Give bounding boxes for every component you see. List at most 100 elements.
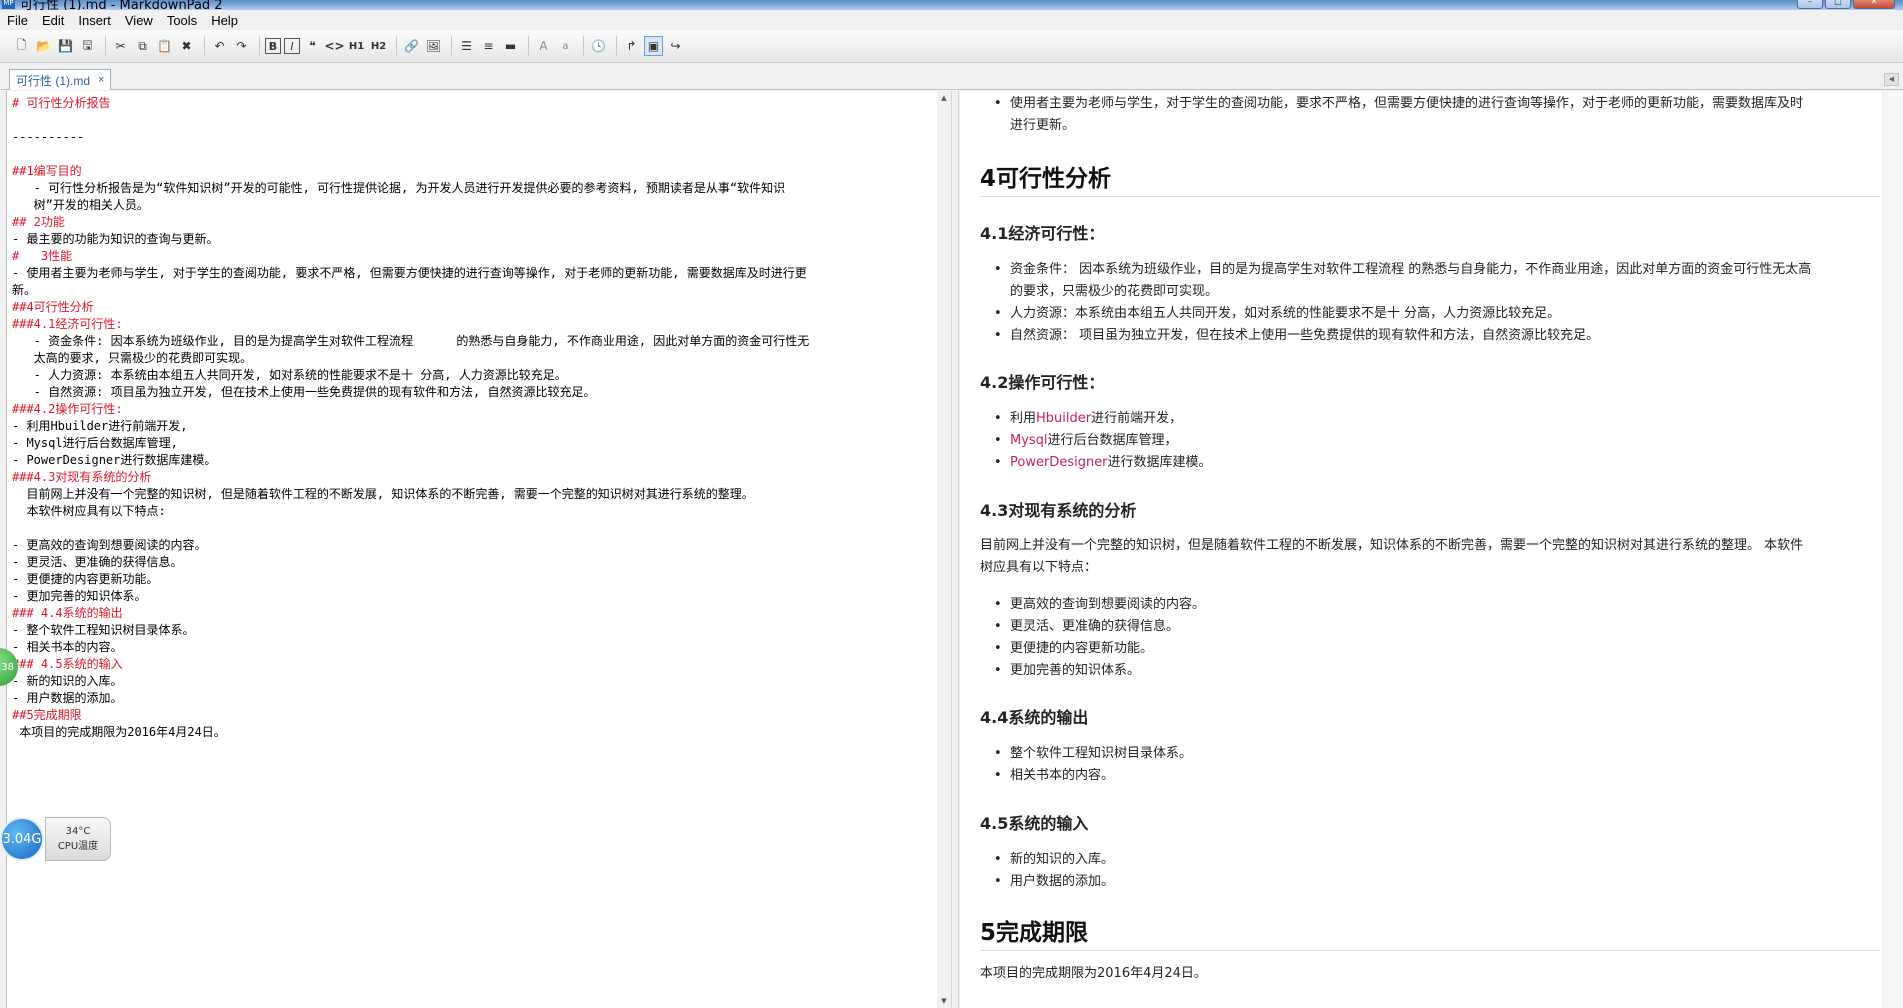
editor-line: - 人力资源: 本系统由本组五人共同开发, 如对系统的性能要求不是十 分高, 人…	[12, 368, 567, 382]
link-icon[interactable]: 🔗	[402, 36, 421, 56]
tab-document[interactable]: 可行性 (1).md ×	[9, 69, 112, 90]
tab-scroll-left-icon[interactable]: ◀	[1884, 73, 1899, 86]
list-item: 更便捷的内容更新功能。	[994, 638, 1153, 660]
open-folder-icon[interactable]: 📂	[34, 36, 53, 56]
unordered-list-icon[interactable]: ☰	[457, 36, 476, 56]
speed-gauge[interactable]: 3.04G	[0, 817, 44, 861]
timestamp-icon[interactable]: 🕓	[589, 36, 608, 56]
copy-icon[interactable]: ⧉	[133, 36, 152, 56]
menu-insert[interactable]: Insert	[71, 13, 118, 28]
item-suffix: 进行后台数据库管理，	[1047, 433, 1178, 448]
menu-tools[interactable]: Tools	[160, 13, 204, 28]
preview-subheading: 4.2操作可行性：	[980, 373, 1105, 392]
preview-scrollbar[interactable]	[1883, 91, 1903, 1008]
list-item: 整个软件工程知识树目录体系。	[994, 743, 1192, 765]
toolbar-separator	[259, 36, 260, 56]
editor-line: 太高的要求, 只需极少的花费即可实现。	[12, 351, 253, 365]
editor-heading-line: # 3性能	[12, 249, 73, 263]
editor-line: 本项目的完成期限为2016年4月24日。	[12, 725, 226, 739]
preview-heading: 5完成期限	[980, 920, 1089, 946]
toolbar-separator	[451, 36, 452, 56]
quote-icon[interactable]: ❝	[303, 36, 322, 56]
menu-view[interactable]: View	[118, 13, 160, 28]
uppercase-icon[interactable]: A	[534, 36, 553, 56]
live-preview-icon[interactable]: ▣	[644, 36, 663, 56]
italic-icon[interactable]: I	[284, 38, 300, 54]
editor-heading-line: ###4.3对现有系统的分析	[12, 470, 152, 484]
bold-icon[interactable]: B	[265, 38, 281, 54]
editor-line: - 使用者主要为老师与学生, 对于学生的查阅功能, 要求不严格, 但需要方便快捷…	[12, 266, 807, 280]
editor-heading-line: ### 4.4系统的输出	[12, 606, 123, 620]
heading1-icon[interactable]: H1	[347, 36, 366, 56]
editor-line: 树”开发的相关人员。	[12, 198, 149, 212]
list-item-continuation: 的要求，只需极少的花费即可实现。	[1010, 284, 1219, 299]
title-bar: MP 可行性 (1).md - MarkdownPad 2 – □ ✕	[0, 0, 1903, 10]
editor-line: ----------	[12, 130, 85, 144]
toolbar-separator	[528, 36, 529, 56]
close-icon[interactable]: ✕	[1853, 0, 1895, 9]
markdownpad-logo-icon: MP	[2, 0, 15, 9]
cut-icon[interactable]: ✂	[111, 36, 130, 56]
editor-scrollbar[interactable]: ▲ ▼	[937, 91, 951, 1008]
tab-title: 可行性 (1).md	[16, 73, 91, 88]
menu-file[interactable]: File	[0, 13, 35, 28]
editor-heading-line: ### 4.5系统的输入	[12, 657, 123, 671]
editor-line: - 用户数据的添加。	[12, 691, 123, 705]
paste-icon[interactable]: 📋	[155, 36, 174, 56]
save-icon[interactable]: 💾	[56, 36, 75, 56]
scroll-up-icon[interactable]: ▲	[937, 91, 951, 105]
list-item: 利用Hbuilder进行前端开发，	[994, 408, 1182, 430]
editor-heading-line: ##1编写目的	[12, 164, 82, 178]
ordered-list-icon[interactable]: ≡	[479, 36, 498, 56]
pane-splitter[interactable]	[951, 91, 959, 1008]
list-item: 更加完善的知识体系。	[994, 660, 1140, 682]
redo-icon[interactable]: ↷	[232, 36, 251, 56]
heading2-icon[interactable]: H2	[369, 36, 388, 56]
image-icon[interactable]: 🖼	[424, 36, 443, 56]
cpu-temperature-widget: 34°C CPU温度	[45, 817, 111, 861]
heading-divider	[980, 950, 1880, 951]
delete-icon[interactable]: ✖	[177, 36, 196, 56]
editor-heading-line: ###4.1经济可行性:	[12, 317, 123, 331]
toolbar: 🗋 📂 💾 🖫 ✂ ⧉ 📋 ✖ ↶ ↷ B I ❝ <> H1 H2 🔗 🖼 ☰…	[0, 30, 1903, 63]
list-item: 用户数据的添加。	[994, 871, 1114, 893]
paragraph: 本项目的完成期限为2016年4月24日。	[980, 966, 1207, 981]
list-item-continuation: 进行更新。	[1010, 118, 1076, 133]
editor-line: - 利用Hbuilder进行前端开发,	[12, 419, 188, 433]
item-suffix: 进行数据库建模。	[1107, 455, 1212, 470]
horizontal-rule-icon[interactable]: ▬	[501, 36, 520, 56]
preview-subheading: 4.1经济可行性：	[980, 224, 1105, 243]
maximize-icon[interactable]: □	[1825, 0, 1851, 9]
preview-heading: 4可行性分析	[980, 166, 1112, 192]
toggle-preview-icon[interactable]: ↱	[622, 36, 641, 56]
editor-line: - 更灵活、更准确的获得信息。	[12, 555, 183, 569]
scroll-down-icon[interactable]: ▼	[937, 994, 951, 1008]
minimize-icon[interactable]: –	[1797, 0, 1823, 9]
list-item: 使用者主要为老师与学生，对于学生的查阅功能，要求不严格，但需要方便快捷的进行查询…	[994, 93, 1803, 115]
list-item: 新的知识的入库。	[994, 849, 1114, 871]
menu-help[interactable]: Help	[204, 13, 245, 28]
save-all-icon[interactable]: 🖫	[78, 36, 97, 56]
code-icon[interactable]: <>	[324, 36, 344, 56]
markdown-editor[interactable]: # 可行性分析报告 ---------- ##1编写目的 - 可行性分析报告是为“软…	[6, 91, 937, 1008]
editor-line: - 资金条件: 因本系统为班级作业, 目的是为提高学生对软件工程流程 的熟悉与自…	[12, 334, 810, 348]
editor-line: - 整个软件工程知识树目录体系。	[12, 623, 195, 637]
lowercase-icon[interactable]: a	[556, 36, 575, 56]
editor-line: - 可行性分析报告是为“软件知识树”开发的可能性, 可行性提供论据, 为开发人员…	[12, 181, 786, 195]
item-prefix: 利用	[1010, 411, 1037, 426]
list-item: 相关书本的内容。	[994, 765, 1114, 787]
inline-code: Mysql	[1010, 433, 1048, 448]
editor-heading-line: # 可行性分析报告	[12, 96, 111, 110]
toolbar-separator	[105, 36, 106, 56]
tab-close-icon[interactable]: ×	[98, 74, 104, 86]
editor-line: 本软件树应具有以下特点:	[12, 504, 166, 518]
editor-line: - 相关书本的内容。	[12, 640, 123, 654]
export-icon[interactable]: ↪	[666, 36, 685, 56]
undo-icon[interactable]: ↶	[210, 36, 229, 56]
editor-line: - 最主要的功能为知识的查询与更新。	[12, 232, 219, 246]
toolbar-separator	[583, 36, 584, 56]
new-file-icon[interactable]: 🗋	[12, 36, 31, 56]
menu-edit[interactable]: Edit	[35, 13, 71, 28]
menu-bar: File Edit Insert View Tools Help	[0, 10, 1903, 30]
toolbar-separator	[396, 36, 397, 56]
